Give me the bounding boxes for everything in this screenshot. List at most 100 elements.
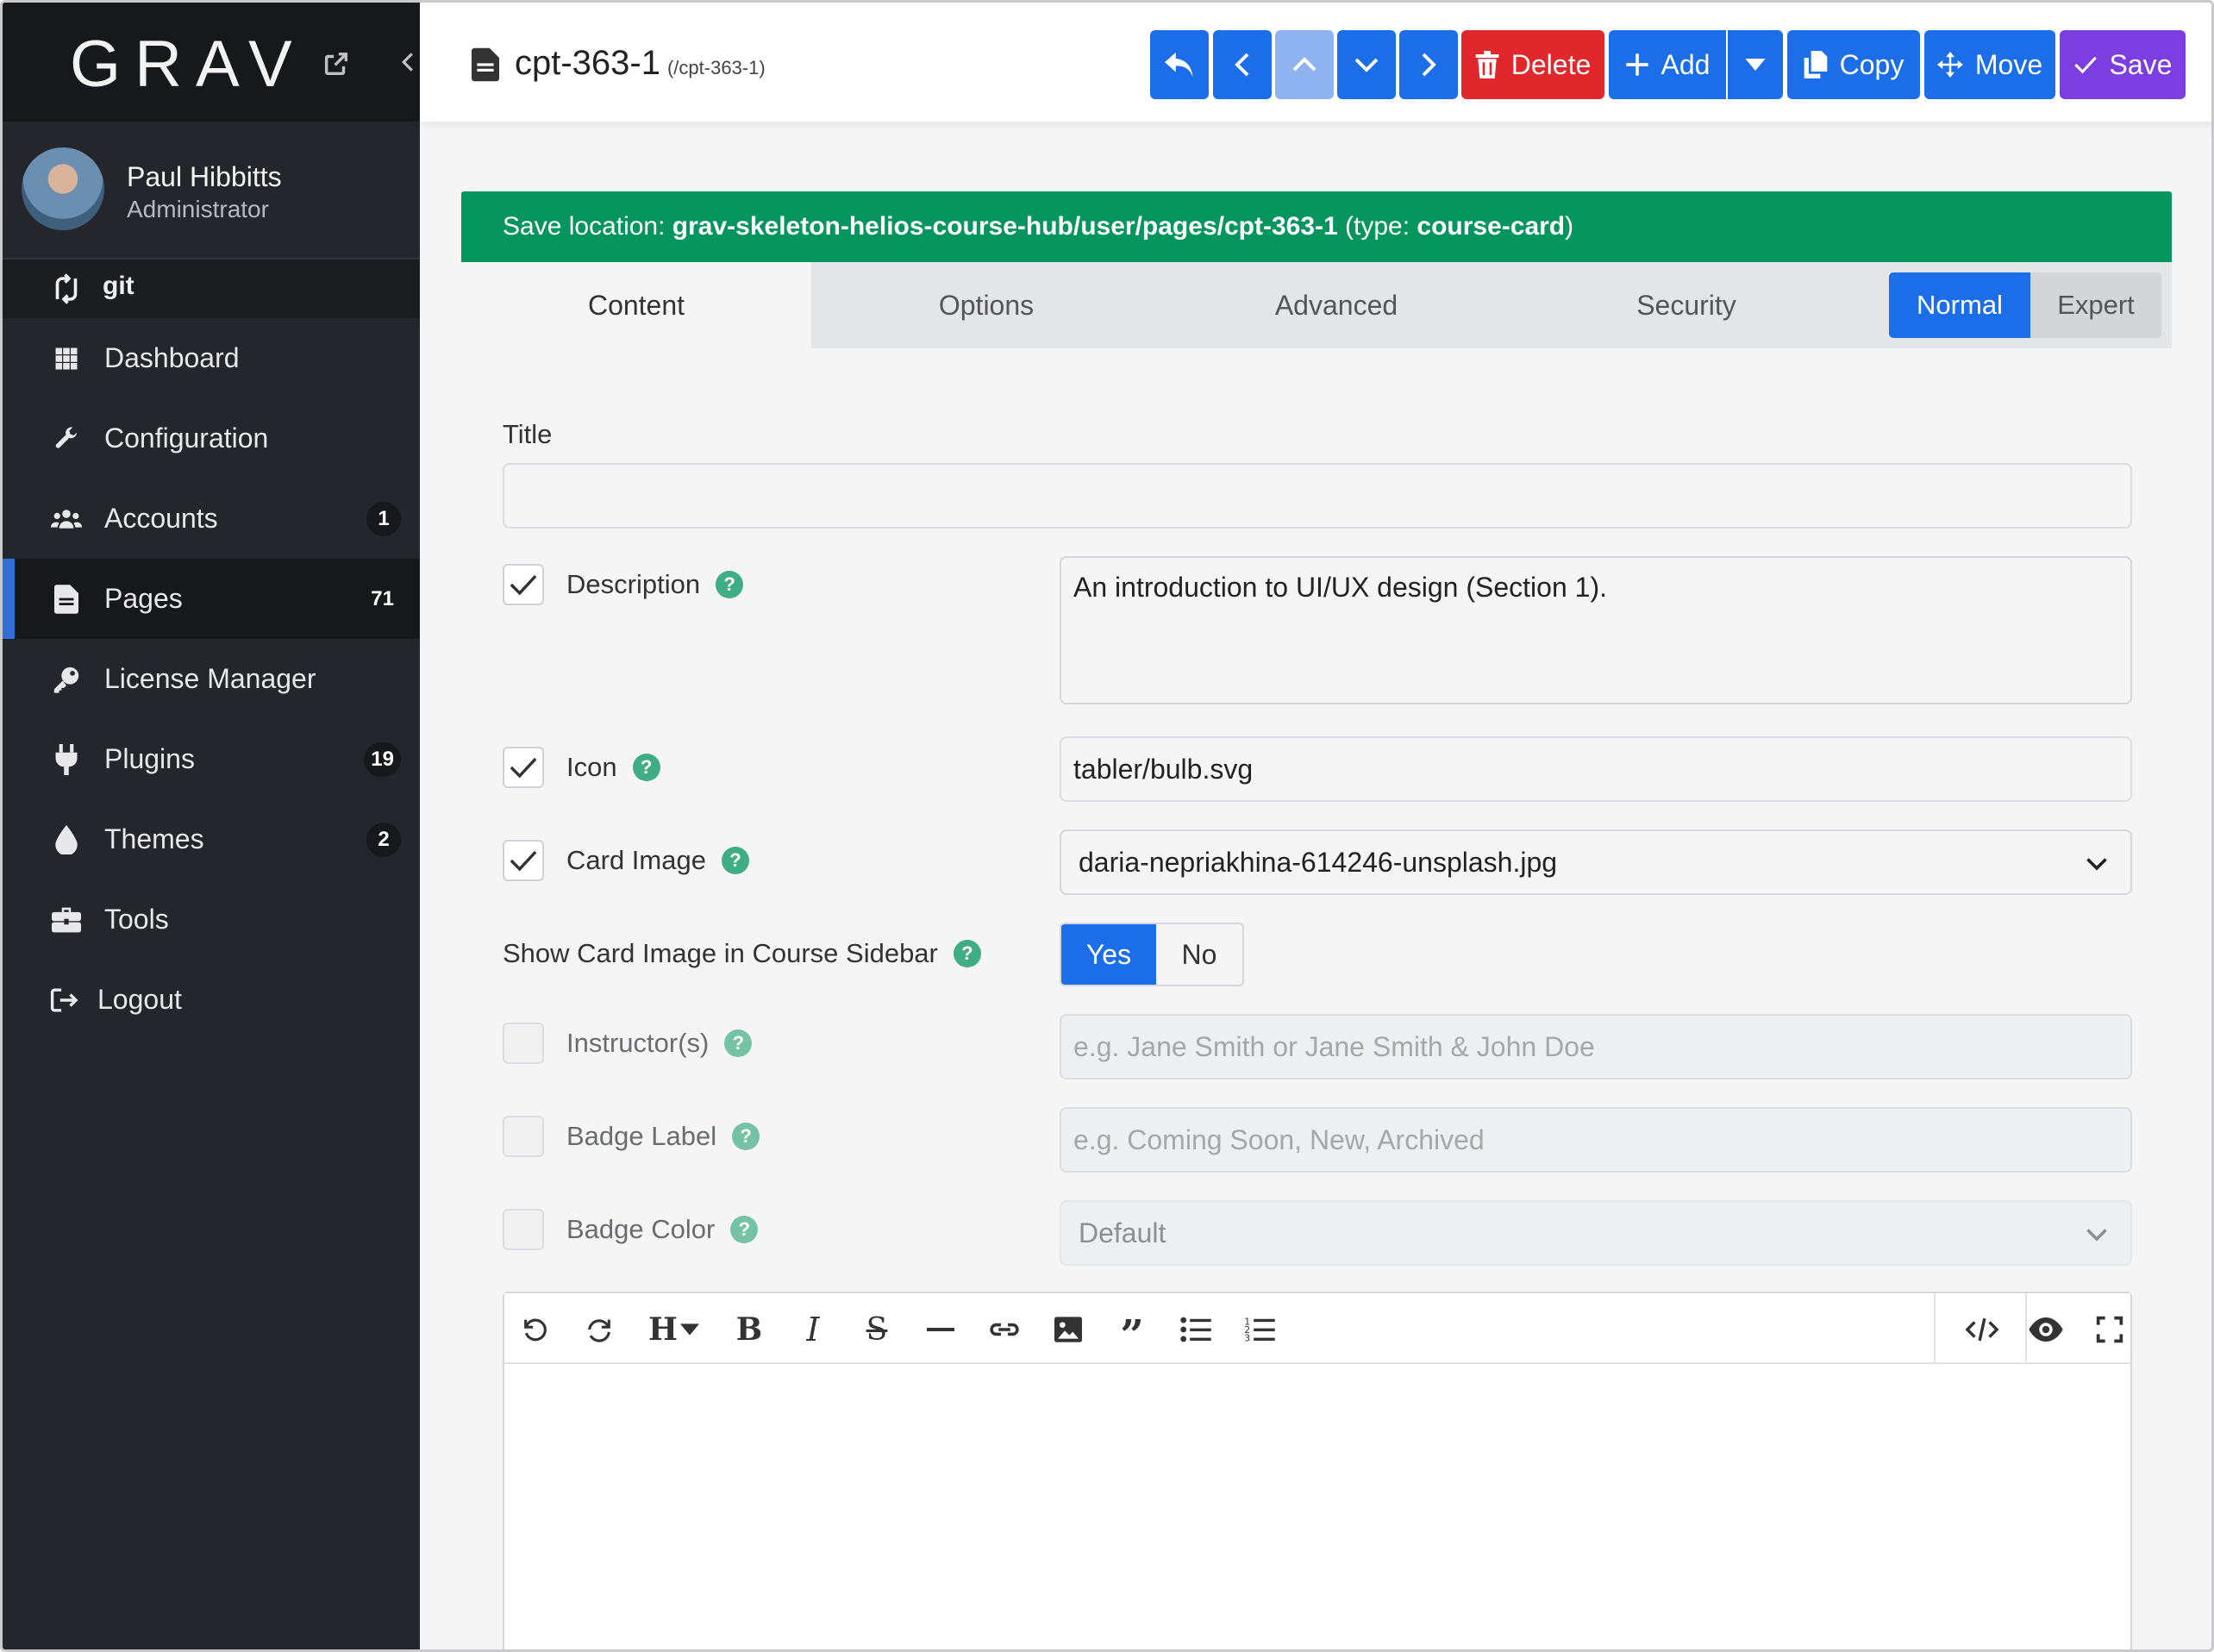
avatar[interactable] xyxy=(22,147,104,230)
fullscreen-icon[interactable] xyxy=(2091,1311,2129,1349)
sidebar-item-themes[interactable]: Themes 2 xyxy=(3,799,420,879)
check-icon xyxy=(510,850,537,872)
move-button-label: Move xyxy=(1974,48,2043,80)
page-title: cpt-363-1 (/cpt-363-1) xyxy=(515,44,766,83)
sidebar-item-label: Themes xyxy=(104,823,204,854)
next-page-button[interactable] xyxy=(1399,30,1458,99)
redo-icon[interactable] xyxy=(580,1311,618,1349)
card-image-select[interactable]: daria-nepriakhina-614246-unsplash.jpg xyxy=(1060,829,2132,895)
back-button[interactable] xyxy=(1150,30,1209,99)
check-icon xyxy=(510,757,537,779)
sidebar-item-plugins[interactable]: Plugins 19 xyxy=(3,719,420,799)
strikethrough-icon[interactable]: S xyxy=(858,1311,896,1349)
card-image-label-text: Card Image xyxy=(566,845,706,875)
chevron-right-icon xyxy=(1422,53,1436,77)
add-dropdown-button[interactable] xyxy=(1728,30,1783,99)
help-icon[interactable]: ? xyxy=(732,1123,760,1150)
delete-button[interactable]: Delete xyxy=(1461,30,1604,99)
help-icon[interactable]: ? xyxy=(724,1029,753,1057)
mode-normal-button[interactable]: Normal xyxy=(1889,272,2030,338)
icon-checkbox[interactable] xyxy=(503,747,544,788)
chevron-left-icon xyxy=(401,53,413,72)
markdown-editor: H B I S ” 123 xyxy=(503,1292,2132,1649)
count-badge: 19 xyxy=(364,742,401,777)
description-textarea[interactable]: An introduction to UI/UX design (Section… xyxy=(1060,556,2132,704)
badge-color-select[interactable]: Default xyxy=(1060,1200,2132,1266)
instructors-checkbox[interactable] xyxy=(503,1023,544,1064)
help-icon[interactable]: ? xyxy=(632,754,660,781)
help-icon[interactable]: ? xyxy=(730,1216,759,1243)
external-link-icon[interactable] xyxy=(322,49,351,78)
file-icon xyxy=(472,47,499,82)
sidebar-item-tools[interactable]: Tools xyxy=(3,879,420,960)
sidebar-item-configuration[interactable]: Configuration xyxy=(3,398,420,479)
help-icon[interactable]: ? xyxy=(721,847,749,874)
page-route: (/cpt-363-1) xyxy=(666,57,766,78)
tab-options[interactable]: Options xyxy=(811,262,1161,348)
child-page-button[interactable] xyxy=(1337,30,1396,99)
show-card-image-toggle: Yes No xyxy=(1060,923,1244,986)
image-icon[interactable] xyxy=(1049,1311,1087,1349)
help-icon[interactable]: ? xyxy=(716,571,744,598)
badge-label-input[interactable]: e.g. Coming Soon, New, Archived xyxy=(1060,1107,2132,1173)
previous-page-button[interactable] xyxy=(1213,30,1272,99)
yes-option[interactable]: Yes xyxy=(1061,924,1156,985)
save-location-type-prefix: (type: xyxy=(1337,212,1417,241)
italic-icon[interactable]: I xyxy=(794,1311,832,1349)
editor-toolbar: H B I S ” 123 xyxy=(504,1293,2130,1364)
tab-content[interactable]: Content xyxy=(461,262,811,348)
git-label: git xyxy=(103,272,134,300)
bulleted-list-icon[interactable] xyxy=(1177,1311,1215,1349)
grav-logo[interactable]: GRAV xyxy=(70,27,306,102)
parent-page-button[interactable] xyxy=(1275,30,1334,99)
numbered-list-icon[interactable]: 123 xyxy=(1241,1311,1279,1349)
quote-icon[interactable]: ” xyxy=(1113,1311,1151,1356)
badge-label-checkbox[interactable] xyxy=(503,1116,544,1157)
add-button[interactable]: Add xyxy=(1609,30,1726,99)
undo-icon[interactable] xyxy=(516,1311,554,1349)
sidebar-item-dashboard[interactable]: Dashboard xyxy=(3,318,420,398)
sidebar-collapse-button[interactable] xyxy=(396,3,420,122)
save-location-path: grav-skeleton-helios-course-hub/user/pag… xyxy=(672,212,1338,241)
sidebar-item-accounts[interactable]: Accounts 1 xyxy=(3,479,420,559)
card-image-checkbox[interactable] xyxy=(503,840,544,881)
caret-down-icon[interactable] xyxy=(677,1311,703,1349)
badge-color-checkbox[interactable] xyxy=(503,1209,544,1250)
copy-button[interactable]: Copy xyxy=(1787,30,1920,99)
badge-color-label-text: Badge Color xyxy=(566,1214,716,1244)
icon-input[interactable]: tabler/bulb.svg xyxy=(1060,736,2132,802)
file-icon xyxy=(51,584,82,615)
instructors-input[interactable]: e.g. Jane Smith or Jane Smith & John Doe xyxy=(1060,1014,2132,1079)
card-image-label: Card Image ? xyxy=(566,845,749,876)
tab-advanced[interactable]: Advanced xyxy=(1161,262,1511,348)
tab-security[interactable]: Security xyxy=(1511,262,1861,348)
sidebar-item-license-manager[interactable]: License Manager xyxy=(3,639,420,719)
horizontal-rule-icon[interactable] xyxy=(922,1311,960,1349)
description-checkbox[interactable] xyxy=(503,564,544,605)
show-card-image-label: Show Card Image in Course Sidebar ? xyxy=(503,938,981,969)
move-button[interactable]: Move xyxy=(1924,30,2055,99)
sidebar-item-label: Logout xyxy=(97,984,182,1015)
no-option[interactable]: No xyxy=(1156,924,1242,985)
save-button[interactable]: Save xyxy=(2060,30,2186,99)
copy-icon xyxy=(1804,51,1827,78)
badge-color-selected: Default xyxy=(1079,1217,1166,1248)
card-image-selected: daria-nepriakhina-614246-unsplash.jpg xyxy=(1079,846,1558,878)
git-sync-bar[interactable]: git xyxy=(3,260,420,318)
icon-label-text: Icon xyxy=(566,752,617,782)
users-icon xyxy=(51,504,82,535)
link-icon[interactable] xyxy=(985,1311,1023,1349)
sidebar-item-pages[interactable]: Pages 71 xyxy=(3,559,420,639)
key-icon xyxy=(51,664,82,695)
sidebar-item-logout[interactable]: Logout xyxy=(3,960,420,1040)
eye-icon[interactable] xyxy=(2027,1311,2065,1349)
sidebar-item-label: License Manager xyxy=(104,663,316,694)
help-icon[interactable]: ? xyxy=(953,940,981,967)
code-view-icon[interactable] xyxy=(1963,1311,2001,1349)
bold-icon[interactable]: B xyxy=(730,1311,768,1349)
reply-icon xyxy=(1165,52,1193,78)
user-profile[interactable]: Paul Hibbitts Administrator xyxy=(3,122,420,260)
mode-expert-button[interactable]: Expert xyxy=(2030,272,2161,338)
title-input[interactable] xyxy=(503,463,2132,529)
git-sync-icon xyxy=(55,273,78,304)
